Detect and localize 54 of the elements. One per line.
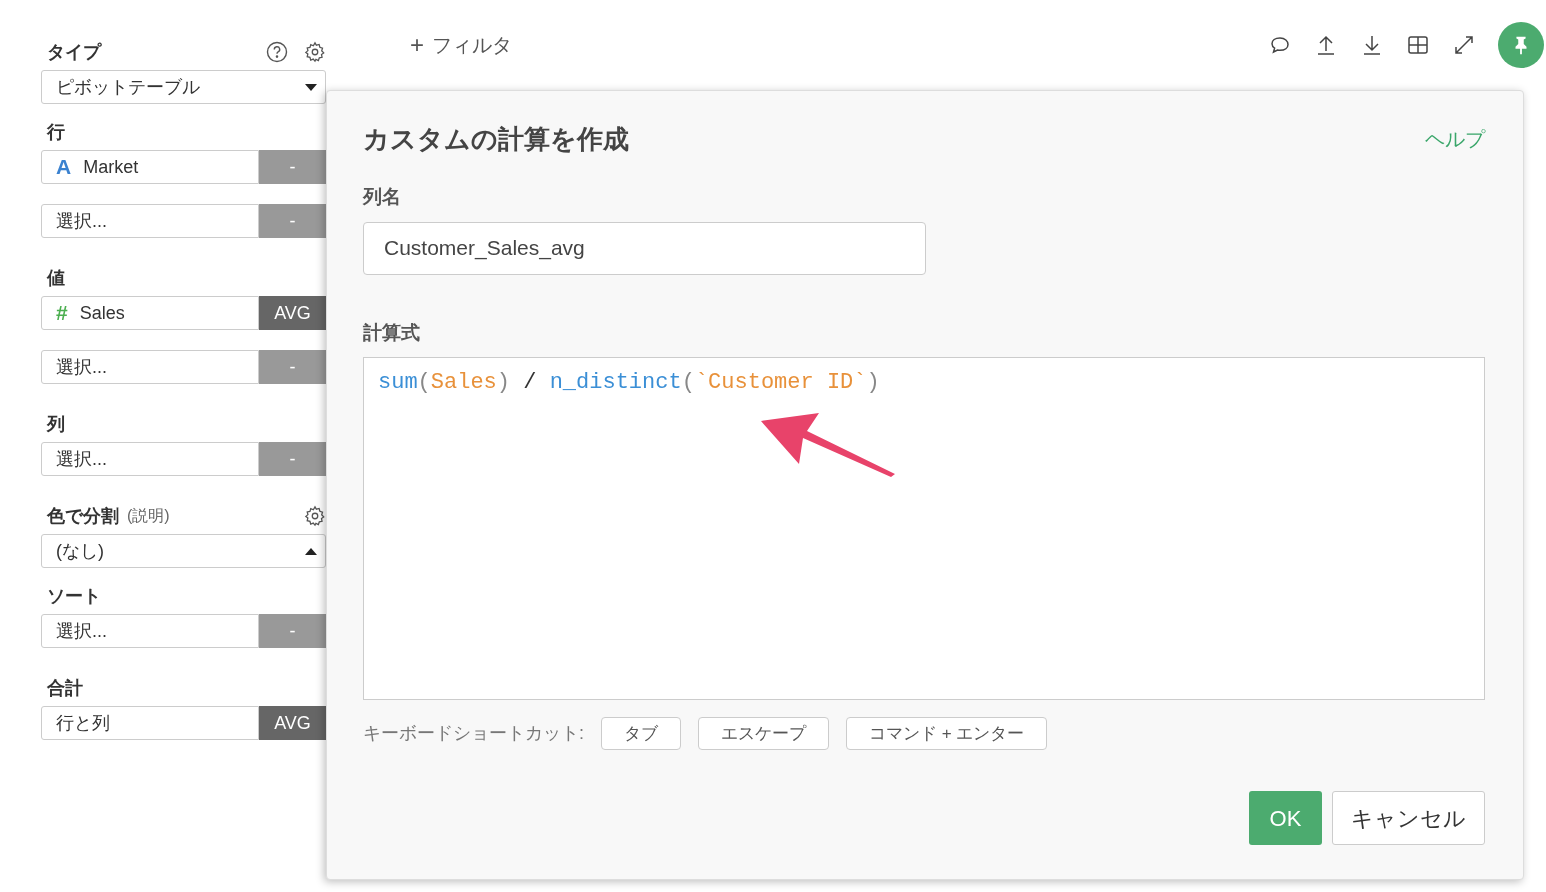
- shortcuts-label: キーボードショートカット:: [363, 722, 584, 745]
- type-icon: A: [56, 151, 72, 183]
- code-token: n_distinct: [549, 370, 682, 395]
- settings-icon[interactable]: [304, 41, 326, 63]
- table-icon[interactable]: [1406, 33, 1430, 57]
- aggregate-button[interactable]: AVG: [259, 296, 326, 330]
- dropdown[interactable]: ピボットテーブル: [41, 70, 326, 104]
- settings-icon[interactable]: [304, 505, 326, 527]
- field-slot[interactable]: # Sales: [41, 296, 259, 330]
- dropdown[interactable]: (なし): [41, 534, 326, 568]
- section-label: ソート: [47, 584, 101, 608]
- field-slot[interactable]: A Market: [41, 150, 259, 184]
- code-token: /: [522, 370, 538, 395]
- aggregate-button[interactable]: AVG: [259, 706, 326, 740]
- field-slot[interactable]: 選択...: [41, 350, 259, 384]
- field-label: Market: [83, 155, 139, 179]
- add-filter-button[interactable]: + フィルタ: [410, 27, 512, 63]
- field-label: Sales: [79, 301, 125, 325]
- section-label: 合計: [47, 676, 83, 700]
- section-label: タイプ: [47, 40, 101, 64]
- dialog-title: カスタムの計算を作成: [363, 122, 629, 156]
- cancel-button[interactable]: キャンセル: [1332, 791, 1485, 845]
- field-label: 選択...: [56, 619, 107, 643]
- section-label: 値: [47, 266, 65, 290]
- formula-editor[interactable]: sum(Sales) / n_distinct(`Customer ID`): [363, 357, 1485, 700]
- code-token: Sales: [430, 370, 497, 395]
- field-label: 列名: [363, 185, 402, 209]
- field-label: 選択...: [56, 355, 107, 379]
- section-note: (説明): [127, 506, 170, 526]
- code-token: ): [866, 370, 880, 395]
- field-slot[interactable]: 選択...: [41, 614, 259, 648]
- section-label: 色で分割: [47, 504, 119, 528]
- section-label: 列: [47, 412, 65, 436]
- field-label: 選択...: [56, 209, 107, 233]
- shortcut-key: タブ: [601, 717, 681, 750]
- code-token: (: [681, 370, 695, 395]
- type-icon: #: [56, 297, 68, 329]
- code-token: sum: [378, 370, 418, 395]
- pin-button[interactable]: [1498, 22, 1544, 68]
- column-name-field[interactable]: Customer_Sales_avg: [363, 221, 926, 275]
- section-label: 行: [47, 120, 65, 144]
- field-slot[interactable]: 選択...: [41, 442, 259, 476]
- shortcut-key: エスケープ: [698, 717, 829, 750]
- shortcut-key: コマンド + エンター: [846, 717, 1048, 750]
- field-slot[interactable]: 選択...: [41, 204, 259, 238]
- field-label: 選択...: [56, 447, 107, 471]
- code-token: (: [417, 370, 431, 395]
- field-label: 計算式: [363, 320, 421, 345]
- field-label: 行と列: [56, 711, 110, 735]
- expand-icon[interactable]: [1452, 33, 1476, 57]
- help-icon[interactable]: [266, 41, 288, 63]
- code-token: `Customer ID`: [694, 370, 867, 395]
- field-slot[interactable]: 行と列: [41, 706, 259, 740]
- code-token: ): [496, 370, 511, 395]
